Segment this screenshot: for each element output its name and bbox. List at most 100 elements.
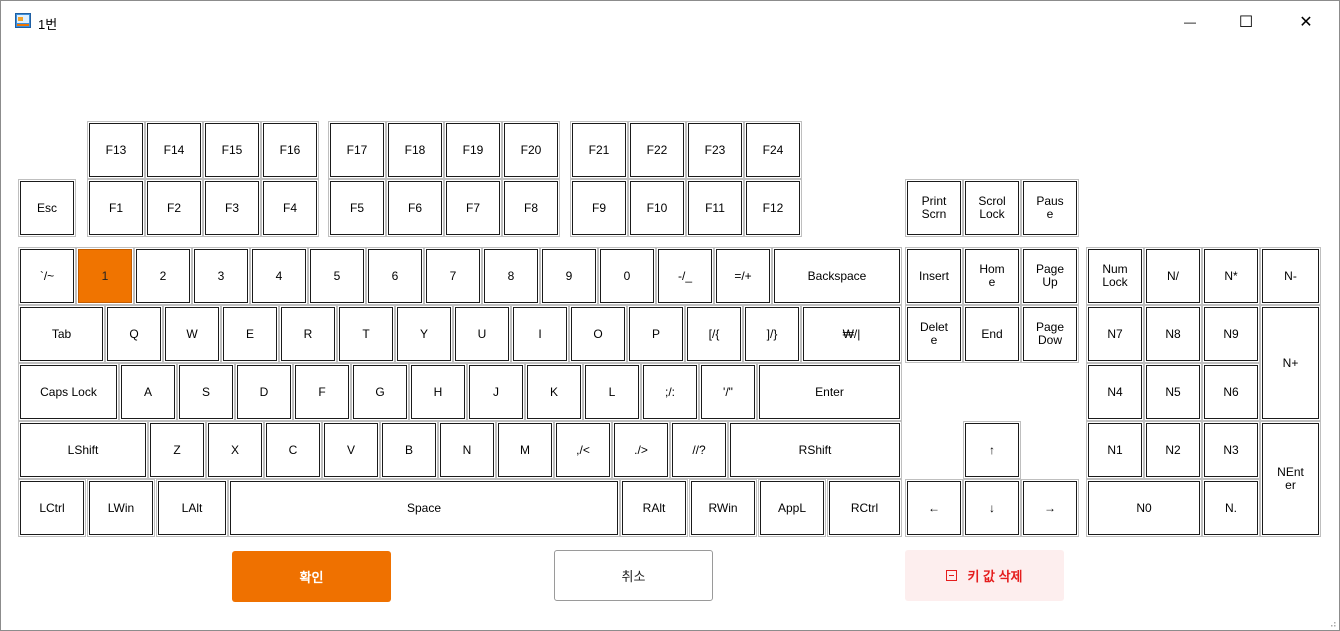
key-f6[interactable]: F6	[386, 179, 444, 237]
key-ndiv[interactable]: N/	[1144, 247, 1202, 305]
key-8[interactable]: 8	[482, 247, 540, 305]
key-h[interactable]: H	[409, 363, 467, 421]
key-comma[interactable]: ,/<	[554, 421, 612, 479]
key-2[interactable]: 2	[134, 247, 192, 305]
key-f1[interactable]: F1	[87, 179, 145, 237]
key-l[interactable]: L	[583, 363, 641, 421]
key-9[interactable]: 9	[540, 247, 598, 305]
key-f8[interactable]: F8	[502, 179, 560, 237]
key-b[interactable]: B	[380, 421, 438, 479]
key-n6[interactable]: N6	[1202, 363, 1260, 421]
key-f17[interactable]: F17	[328, 121, 386, 179]
key-f14[interactable]: F14	[145, 121, 203, 179]
key-f18[interactable]: F18	[386, 121, 444, 179]
key-scrolllock[interactable]: Scrol Lock	[963, 179, 1021, 237]
key-f7[interactable]: F7	[444, 179, 502, 237]
key-up[interactable]: ↑	[963, 421, 1021, 479]
key-nenter[interactable]: NEnt er	[1260, 421, 1321, 537]
key-semicolon[interactable]: ;/:	[641, 363, 699, 421]
key-1[interactable]: 1	[76, 247, 134, 305]
key-o[interactable]: O	[569, 305, 627, 363]
key-m[interactable]: M	[496, 421, 554, 479]
key-equal[interactable]: =/+	[714, 247, 772, 305]
key-n5[interactable]: N5	[1144, 363, 1202, 421]
key-tab[interactable]: Tab	[18, 305, 105, 363]
key-ndot[interactable]: N.	[1202, 479, 1260, 537]
key-k[interactable]: K	[525, 363, 583, 421]
key-n0[interactable]: N0	[1086, 479, 1202, 537]
key-n7[interactable]: N7	[1086, 305, 1144, 363]
key-f16[interactable]: F16	[261, 121, 319, 179]
key-n3[interactable]: N3	[1202, 421, 1260, 479]
key-delete[interactable]: Delet e	[905, 305, 963, 363]
key-enter[interactable]: Enter	[757, 363, 902, 421]
key-s[interactable]: S	[177, 363, 235, 421]
key-pageup[interactable]: Page Up	[1021, 247, 1079, 305]
key-numlock[interactable]: Num Lock	[1086, 247, 1144, 305]
key-q[interactable]: Q	[105, 305, 163, 363]
key-backslash[interactable]: ₩/|	[801, 305, 902, 363]
key-esc[interactable]: Esc	[18, 179, 76, 237]
key-n[interactable]: N	[438, 421, 496, 479]
key-g[interactable]: G	[351, 363, 409, 421]
key-rbracket[interactable]: ]/}	[743, 305, 801, 363]
key-n4[interactable]: N4	[1086, 363, 1144, 421]
key-v[interactable]: V	[322, 421, 380, 479]
key-4[interactable]: 4	[250, 247, 308, 305]
key-left[interactable]: ←	[905, 479, 963, 537]
key-capslock[interactable]: Caps Lock	[18, 363, 119, 421]
key-f3[interactable]: F3	[203, 179, 261, 237]
key-lwin[interactable]: LWin	[87, 479, 155, 537]
key-c[interactable]: C	[264, 421, 322, 479]
key-rshift[interactable]: RShift	[728, 421, 902, 479]
key-right[interactable]: →	[1021, 479, 1079, 537]
key-f5[interactable]: F5	[328, 179, 386, 237]
key-pause[interactable]: Paus e	[1021, 179, 1079, 237]
key-down[interactable]: ↓	[963, 479, 1021, 537]
key-x[interactable]: X	[206, 421, 264, 479]
resize-grip-icon[interactable]	[1328, 619, 1336, 627]
key-6[interactable]: 6	[366, 247, 424, 305]
key-d[interactable]: D	[235, 363, 293, 421]
confirm-button[interactable]: 확인	[232, 551, 391, 602]
key-nmul[interactable]: N*	[1202, 247, 1260, 305]
key-n1[interactable]: N1	[1086, 421, 1144, 479]
key-quote[interactable]: '/"	[699, 363, 757, 421]
key-f15[interactable]: F15	[203, 121, 261, 179]
title-bar[interactable]: 1번 — ☐ ✕	[1, 1, 1339, 41]
key-f9[interactable]: F9	[570, 179, 628, 237]
key-t[interactable]: T	[337, 305, 395, 363]
maximize-button[interactable]: ☐	[1223, 7, 1269, 37]
key-f24[interactable]: F24	[744, 121, 802, 179]
key-f4[interactable]: F4	[261, 179, 319, 237]
key-home[interactable]: Hom e	[963, 247, 1021, 305]
key-7[interactable]: 7	[424, 247, 482, 305]
key-f[interactable]: F	[293, 363, 351, 421]
cancel-button[interactable]: 취소	[554, 550, 713, 601]
key-w[interactable]: W	[163, 305, 221, 363]
key-rwin[interactable]: RWin	[689, 479, 757, 537]
key-z[interactable]: Z	[148, 421, 206, 479]
key-space[interactable]: Space	[228, 479, 620, 537]
key-lalt[interactable]: LAlt	[156, 479, 228, 537]
key-j[interactable]: J	[467, 363, 525, 421]
key-i[interactable]: I	[511, 305, 569, 363]
key-lshift[interactable]: LShift	[18, 421, 148, 479]
key-ralt[interactable]: RAlt	[620, 479, 688, 537]
key-u[interactable]: U	[453, 305, 511, 363]
key-f2[interactable]: F2	[145, 179, 203, 237]
key-printscrn[interactable]: Print Scrn	[905, 179, 963, 237]
key-rctrl[interactable]: RCtrl	[827, 479, 902, 537]
key-3[interactable]: 3	[192, 247, 250, 305]
key-insert[interactable]: Insert	[905, 247, 963, 305]
key-lctrl[interactable]: LCtrl	[18, 479, 86, 537]
key-n2[interactable]: N2	[1144, 421, 1202, 479]
key-nminus[interactable]: N-	[1260, 247, 1321, 305]
key-a[interactable]: A	[119, 363, 177, 421]
close-button[interactable]: ✕	[1283, 7, 1329, 37]
key-0[interactable]: 0	[598, 247, 656, 305]
key-e[interactable]: E	[221, 305, 279, 363]
key-minus[interactable]: -/_	[656, 247, 714, 305]
key-f22[interactable]: F22	[628, 121, 686, 179]
key-nplus[interactable]: N+	[1260, 305, 1321, 421]
